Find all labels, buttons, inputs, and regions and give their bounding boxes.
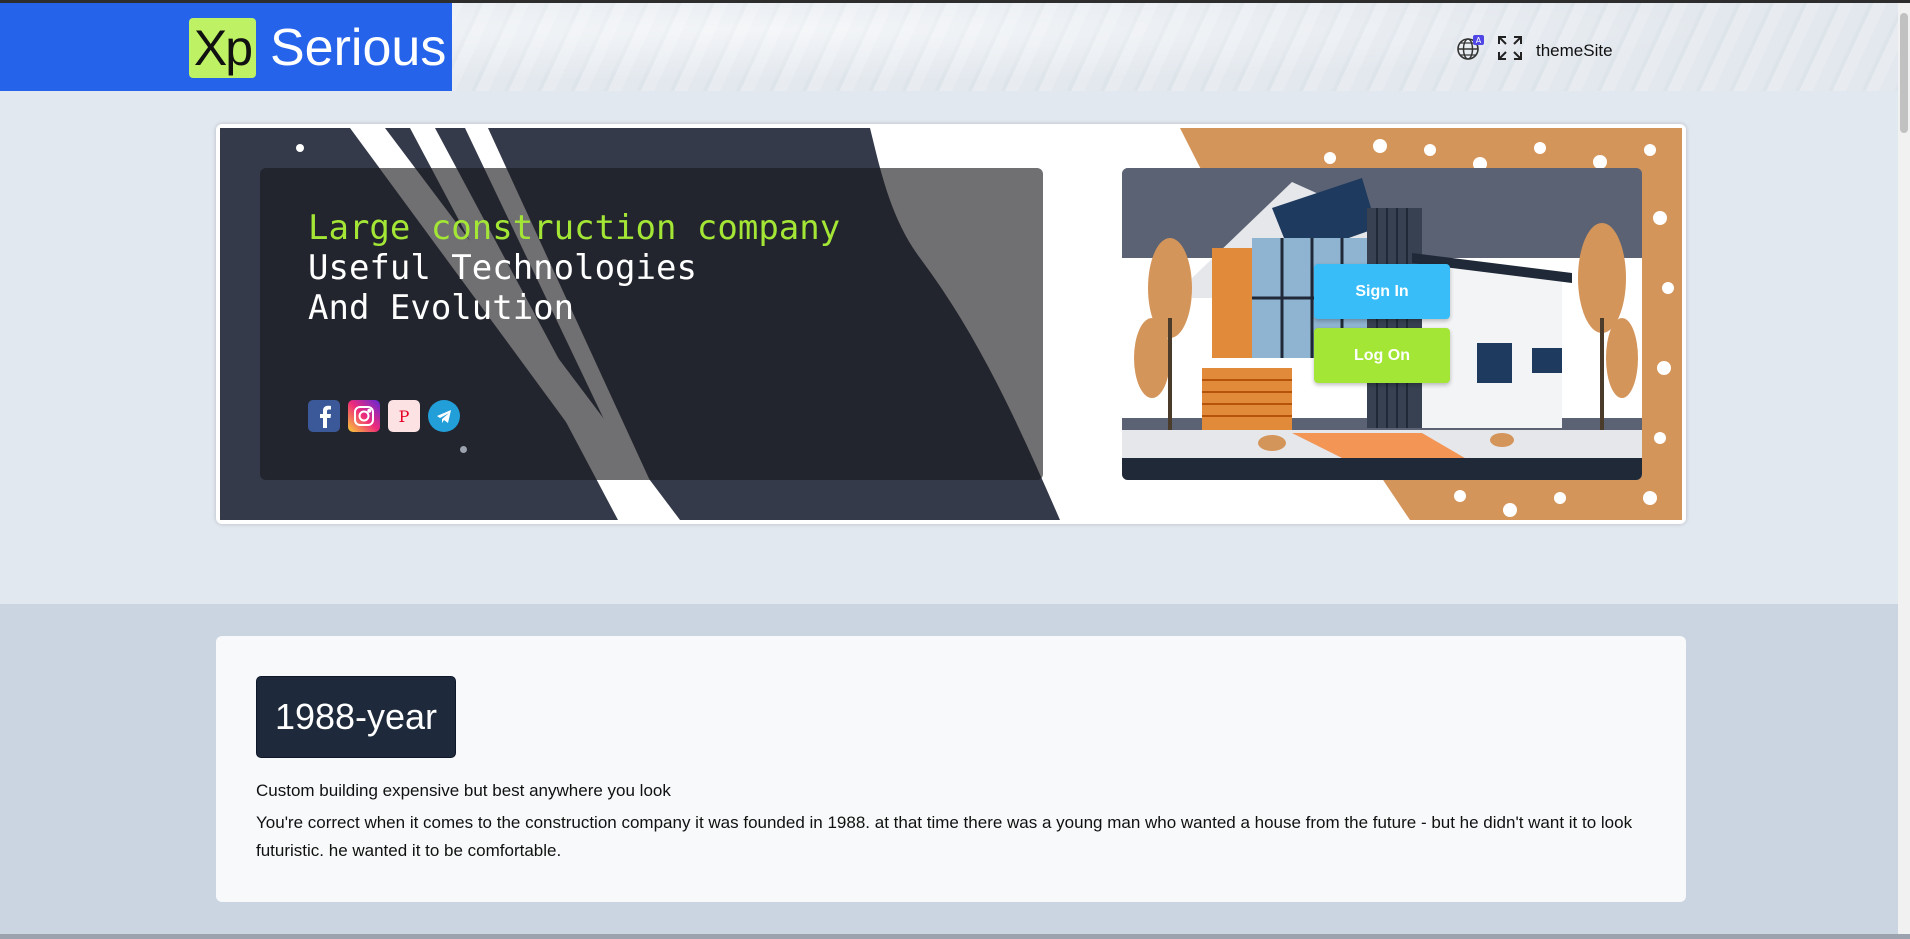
log-on-button[interactable]: Log On	[1314, 328, 1450, 383]
page-scrollbar[interactable]	[1898, 3, 1910, 934]
bottom-border	[0, 934, 1910, 939]
info-card: 1988-year Custom building expensive but …	[216, 636, 1686, 902]
decorative-dot	[460, 446, 467, 453]
hero-banner: Large construction company Useful Techno…	[216, 124, 1686, 524]
hero-headline: Large construction company	[308, 208, 841, 248]
language-globe-icon[interactable]: A	[1456, 33, 1486, 63]
fullscreen-icon[interactable]	[1495, 33, 1525, 63]
theme-site-link[interactable]: themeSite	[1536, 41, 1613, 61]
brand-name: Serious	[270, 19, 447, 77]
facebook-icon[interactable]	[308, 400, 340, 432]
about-section: 1988-year Custom building expensive but …	[0, 604, 1910, 934]
modern-house-image	[1122, 168, 1642, 480]
year-badge: 1988-year	[256, 676, 456, 758]
svg-text:P: P	[399, 407, 410, 426]
brand-logo[interactable]: Xp Serious	[0, 3, 452, 91]
pinterest-icon[interactable]: P	[388, 400, 420, 432]
info-title: Custom building expensive but best anywh…	[256, 781, 671, 800]
instagram-icon[interactable]	[348, 400, 380, 432]
hero-text-panel: Large construction company Useful Techno…	[260, 168, 1043, 480]
brand-badge: Xp	[189, 18, 256, 78]
house-illustration: Sign In Log On	[1122, 168, 1642, 480]
info-body: You're correct when it comes to the cons…	[256, 813, 1633, 860]
sign-in-button[interactable]: Sign In	[1314, 264, 1450, 319]
site-header: Xp Serious A themeSite	[0, 3, 1910, 91]
telegram-icon[interactable]	[428, 400, 460, 432]
hero-subline-2: And Evolution	[308, 288, 575, 328]
hero-subline-1: Useful Technologies	[308, 248, 697, 288]
scrollbar-thumb[interactable]	[1900, 13, 1908, 133]
svg-text:A: A	[1476, 36, 1482, 45]
